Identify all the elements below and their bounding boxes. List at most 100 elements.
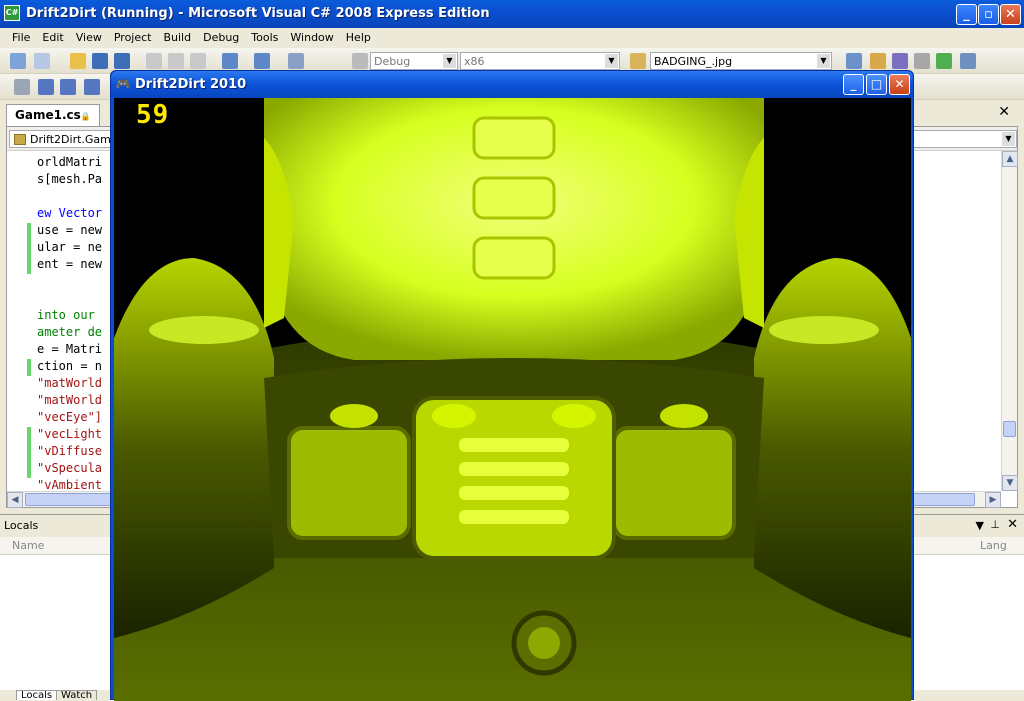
solution-config-combo[interactable]: Debug ▼ (370, 52, 458, 70)
menu-debug[interactable]: Debug (197, 28, 245, 44)
lock-icon: 🔒 (80, 112, 91, 121)
close-document-icon[interactable]: ✕ (998, 104, 1010, 120)
find-combo[interactable]: BADGING_.jpg ▼ (650, 52, 832, 70)
code-line[interactable]: ular = ne (37, 240, 102, 257)
start-debug-icon[interactable] (352, 53, 368, 69)
start-page-icon[interactable] (936, 53, 952, 69)
tab-watch[interactable]: Watch (56, 690, 98, 700)
panel-menu-icon[interactable]: ▼ (976, 519, 984, 532)
member-combo[interactable]: ▼ (913, 130, 1017, 148)
chevron-down-icon: ▼ (1002, 132, 1015, 146)
object-browser-icon[interactable] (892, 53, 908, 69)
code-line[interactable]: "vecEye"] (37, 410, 102, 427)
open-file-icon[interactable] (70, 53, 86, 69)
change-marker (27, 444, 31, 461)
menu-help[interactable]: Help (340, 28, 377, 44)
menu-window[interactable]: Window (284, 28, 339, 44)
change-marker (27, 427, 31, 444)
ide-title: Drift2Dirt (Running) - Microsoft Visual … (26, 6, 490, 21)
game-viewport[interactable]: 59 (114, 98, 911, 701)
code-line[interactable]: ameter de (37, 325, 102, 342)
tab-locals[interactable]: Locals (16, 690, 58, 700)
menu-build[interactable]: Build (157, 28, 197, 44)
config-value: Debug (374, 55, 411, 68)
restore-button[interactable]: ▫ (978, 4, 999, 25)
scroll-up-icon[interactable]: ▲ (1002, 151, 1018, 167)
add-item-icon[interactable] (34, 53, 50, 69)
code-line[interactable]: s[mesh.Pa (37, 172, 102, 189)
platform-combo[interactable]: x86 ▼ (460, 52, 620, 70)
engine-render (114, 98, 911, 701)
chevron-down-icon: ▼ (605, 54, 618, 68)
code-line[interactable]: "vSpecula (37, 461, 102, 478)
navigate-icon[interactable] (288, 53, 304, 69)
close-panel-icon[interactable]: ✕ (1007, 517, 1018, 532)
paste-icon[interactable] (190, 53, 206, 69)
change-marker (27, 257, 31, 274)
minimize-button[interactable]: _ (956, 4, 977, 25)
menu-edit[interactable]: Edit (36, 28, 69, 44)
copy-icon[interactable] (168, 53, 184, 69)
tab-game1-cs[interactable]: Game1.cs🔒 (6, 104, 100, 126)
class-icon (14, 134, 26, 145)
fps-counter: 59 (136, 100, 170, 130)
restart-icon[interactable] (84, 79, 100, 95)
column-type[interactable]: Lang (980, 539, 1007, 552)
code-line[interactable]: e = Matri (37, 342, 102, 359)
code-line[interactable]: "matWorld (37, 393, 102, 410)
game-title-bar[interactable]: 🎮 Drift2Dirt 2010 _ □ ✕ (111, 71, 913, 98)
redo-icon[interactable] (254, 53, 270, 69)
code-line[interactable]: "matWorld (37, 376, 102, 393)
code-line[interactable]: ew Vector (37, 206, 102, 223)
visual-csharp-icon: C# (4, 5, 20, 21)
code-line[interactable]: ction = n (37, 359, 102, 376)
vertical-scrollbar[interactable]: ▲ ▼ (1001, 151, 1018, 491)
tab-label: Game1.cs (15, 108, 81, 122)
options-icon[interactable] (960, 53, 976, 69)
close-button[interactable]: ✕ (1000, 4, 1021, 25)
code-line[interactable]: "vDiffuse (37, 444, 102, 461)
code-line[interactable]: use = new (37, 223, 102, 240)
game-maximize-button[interactable]: □ (866, 74, 887, 95)
column-name[interactable]: Name (12, 539, 44, 552)
stop-debugging-icon[interactable] (60, 79, 76, 95)
change-marker (27, 240, 31, 257)
menu-project[interactable]: Project (108, 28, 158, 44)
code-line[interactable]: orldMatri (37, 155, 102, 172)
code-line[interactable]: ent = new (37, 257, 102, 274)
menu-view[interactable]: View (70, 28, 108, 44)
scroll-left-icon[interactable]: ◀ (7, 492, 23, 508)
game-close-button[interactable]: ✕ (889, 74, 910, 95)
find-in-files-icon[interactable] (630, 53, 646, 69)
continue-icon[interactable] (14, 79, 30, 95)
cut-icon[interactable] (146, 53, 162, 69)
scroll-right-icon[interactable]: ▶ (985, 492, 1001, 508)
code-line[interactable]: into our (37, 308, 102, 325)
break-all-icon[interactable] (38, 79, 54, 95)
undo-icon[interactable] (222, 53, 238, 69)
properties-icon[interactable] (870, 53, 886, 69)
ide-title-bar[interactable]: C# Drift2Dirt (Running) - Microsoft Visu… (0, 0, 1024, 28)
chevron-down-icon: ▼ (817, 54, 830, 68)
locals-title: Locals (4, 519, 39, 532)
chevron-down-icon: ▼ (443, 54, 456, 68)
toolbox-icon[interactable] (914, 53, 930, 69)
change-marker (27, 461, 31, 478)
change-marker (27, 223, 31, 240)
platform-value: x86 (464, 55, 485, 68)
menu-file[interactable]: File (6, 28, 36, 44)
ide-window: C# Drift2Dirt (Running) - Microsoft Visu… (0, 0, 1024, 701)
pin-icon[interactable]: ⊥ (990, 518, 1000, 531)
save-all-icon[interactable] (114, 53, 130, 69)
scroll-down-icon[interactable]: ▼ (1002, 475, 1018, 491)
save-icon[interactable] (92, 53, 108, 69)
change-marker (27, 359, 31, 376)
menu-bar: File Edit View Project Build Debug Tools Window… (0, 28, 1024, 48)
scroll-thumb[interactable] (1003, 421, 1016, 437)
new-project-icon[interactable] (10, 53, 26, 69)
code-line[interactable]: "vecLight (37, 427, 102, 444)
solution-explorer-icon[interactable] (846, 53, 862, 69)
game-window: 🎮 Drift2Dirt 2010 _ □ ✕ 59 (110, 70, 914, 701)
menu-tools[interactable]: Tools (245, 28, 284, 44)
game-minimize-button[interactable]: _ (843, 74, 864, 95)
